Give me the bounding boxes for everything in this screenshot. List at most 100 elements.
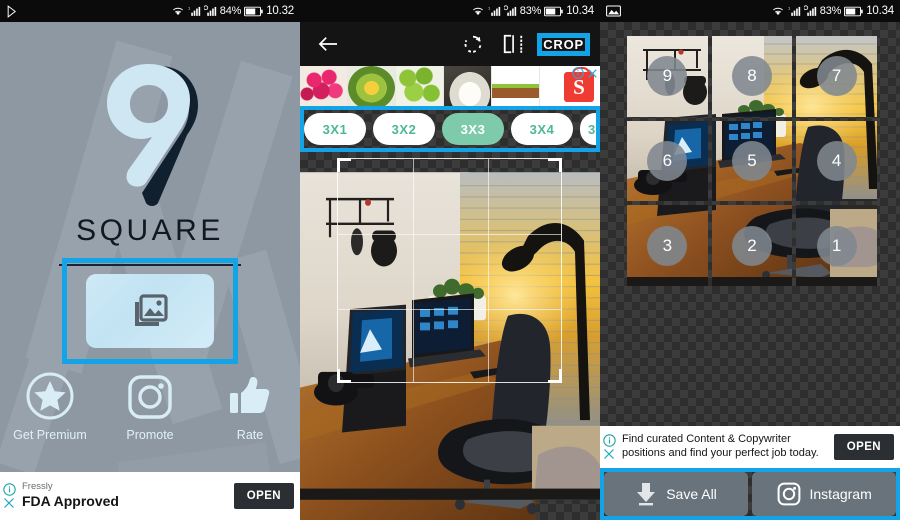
crop-handle-top-left[interactable] <box>337 158 351 172</box>
status-bar: 1 83% 10.34 <box>600 0 900 22</box>
ad-info-icon[interactable] <box>602 434 616 447</box>
wifi-icon <box>771 5 785 17</box>
flip-button[interactable] <box>493 33 533 55</box>
ad-banner[interactable]: Find curated Content & Copywriter positi… <box>600 426 900 468</box>
panel-splash-screen: 1 84% 10.32 SQUARE Get Premium Promote R… <box>0 0 300 520</box>
ad-info-icon[interactable] <box>2 483 16 496</box>
crop-toolbar: CROP <box>300 22 600 66</box>
promote-button[interactable]: Promote <box>105 374 195 442</box>
ad-banner[interactable]: Fressly FDA Approved OPEN <box>0 472 300 520</box>
svg-text:1: 1 <box>188 5 191 10</box>
flip-horizontal-icon <box>502 33 524 55</box>
tile-number-badge: 9 <box>647 56 688 97</box>
ad-logo-area: S <box>540 66 600 106</box>
signal-bars-circle-icon <box>203 5 217 17</box>
wifi-icon <box>171 5 185 17</box>
ad-close-icon[interactable] <box>587 68 598 79</box>
get-premium-button[interactable]: Get Premium <box>5 372 95 442</box>
tile-number-badge: 1 <box>816 225 857 266</box>
highlight-box-crop <box>537 32 590 56</box>
crop-handle-top-right[interactable] <box>548 158 562 172</box>
three-panel-screenshot: 1 84% 10.32 SQUARE Get Premium Promote R… <box>0 0 900 520</box>
ad-close-icon[interactable] <box>3 497 15 509</box>
tile-cell[interactable]: 5 <box>711 120 793 202</box>
ad-open-button[interactable]: OPEN <box>833 434 894 460</box>
tile-cell[interactable]: 1 <box>796 205 877 286</box>
status-bar: 1 83% 10.34 <box>300 0 600 22</box>
tile-grid: 9 8 7 6 5 4 3 2 1 <box>627 36 877 286</box>
crop-handle-bottom-left[interactable] <box>337 369 351 383</box>
tile-cell[interactable]: 8 <box>711 36 793 117</box>
panel-crop-screen: 1 83% 10.34 CROP S 3X1 3X2 3X3 3X4 3 <box>300 0 600 520</box>
rate-button[interactable]: Rate <box>205 374 295 442</box>
tile-cell[interactable]: 2 <box>711 205 793 286</box>
signal-bars-icon: 1 <box>488 5 501 17</box>
rotate-button[interactable] <box>453 33 493 55</box>
crop-canvas[interactable] <box>300 152 600 520</box>
battery-icon <box>844 6 863 17</box>
tile-number-badge: 5 <box>731 140 772 181</box>
highlight-box-ratios <box>300 106 600 152</box>
clock: 10.32 <box>266 5 294 17</box>
action-row: Get Premium Promote Rate <box>0 372 300 442</box>
svg-text:1: 1 <box>488 5 491 10</box>
tile-cell[interactable]: 7 <box>796 36 877 117</box>
ad-line-1: Find curated Content & Copywriter <box>622 433 791 446</box>
signal-bars-icon: 1 <box>188 5 201 17</box>
crop-frame-overlay[interactable] <box>337 158 562 383</box>
nine-pin-logo-icon <box>98 62 202 212</box>
splash-background: SQUARE Get Premium Promote Rate Fressly … <box>0 22 300 520</box>
thumbnail-green-fruit <box>396 66 444 106</box>
ad-open-button[interactable]: OPEN <box>233 483 294 509</box>
bottom-action-bar: Save All Instagram <box>600 468 900 520</box>
tile-cell[interactable]: 3 <box>627 205 708 286</box>
tile-number-badge: 3 <box>647 225 688 266</box>
battery-percent: 83% <box>519 5 542 17</box>
thumb-up-icon <box>227 374 273 420</box>
highlight-box-bottom-bar <box>600 468 900 520</box>
tile-cell[interactable]: 4 <box>796 120 877 202</box>
crop-gridline <box>488 159 489 382</box>
rotate-right-icon <box>462 33 484 55</box>
ad-banner-thumbnails[interactable]: S <box>300 66 600 106</box>
page-title: SQUARE <box>76 214 224 247</box>
ad-headline: FDA Approved <box>22 492 119 509</box>
svg-text:1: 1 <box>788 5 791 10</box>
arrow-back-icon <box>317 35 339 53</box>
tile-number-badge: 7 <box>816 56 857 97</box>
thumbnail-snack-pack <box>492 66 540 106</box>
rate-label: Rate <box>236 428 264 442</box>
instagram-icon <box>127 374 173 420</box>
back-button[interactable] <box>308 35 348 53</box>
status-bar: 1 84% 10.32 <box>0 0 300 22</box>
wifi-icon <box>471 5 485 17</box>
ad-close-icon[interactable] <box>603 448 615 460</box>
ad-advertiser: Fressly <box>22 481 53 493</box>
gallery-image-icon <box>606 5 621 17</box>
crop-handle-bottom-right[interactable] <box>548 369 562 383</box>
clock: 10.34 <box>566 5 594 17</box>
tile-cell[interactable]: 9 <box>627 36 708 117</box>
app-logo: SQUARE <box>0 62 300 266</box>
battery-percent: 83% <box>819 5 842 17</box>
panel-result-screen: 1 83% 10.34 9 8 7 6 5 4 3 2 1 Find curat… <box>600 0 900 520</box>
gallery-picker-wrapper[interactable] <box>62 258 238 364</box>
crop-gridline <box>413 159 414 382</box>
tile-cell[interactable]: 6 <box>627 120 708 202</box>
tile-number-badge: 2 <box>731 225 772 266</box>
crop-gridline <box>338 309 561 310</box>
signal-bars-circle-icon <box>803 5 817 17</box>
promote-label: Promote <box>126 428 174 442</box>
tile-number-badge: 6 <box>647 140 688 181</box>
battery-percent: 84% <box>219 5 242 17</box>
battery-icon <box>544 6 563 17</box>
signal-bars-icon: 1 <box>788 5 801 17</box>
ad-line-2: positions and find your perfect job toda… <box>622 447 819 459</box>
tile-number-badge: 8 <box>731 56 772 97</box>
crop-gridline <box>338 234 561 235</box>
split-result-canvas: 9 8 7 6 5 4 3 2 1 Find curated Content &… <box>600 22 900 520</box>
thumbnail-avocado <box>348 66 396 106</box>
ad-info-icon[interactable] <box>572 67 584 79</box>
battery-icon <box>244 6 263 17</box>
aspect-ratio-row: 3X1 3X2 3X3 3X4 3 <box>300 106 600 152</box>
